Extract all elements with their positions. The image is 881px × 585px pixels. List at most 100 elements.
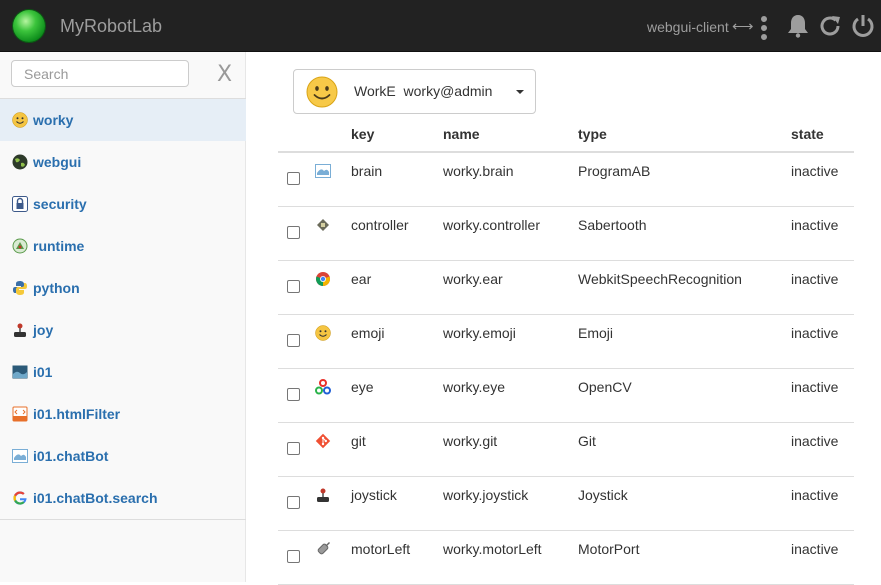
inmoov-icon (12, 365, 28, 379)
sidebar-item-i01[interactable]: i01 (0, 351, 246, 393)
emoji-icon (12, 112, 28, 128)
header-select (278, 117, 313, 153)
sidebar-item-label: joy (33, 322, 54, 338)
table-row: git worky.git Git inactive (278, 422, 854, 477)
more-vertical-icon[interactable] (761, 16, 769, 40)
sidebar-item-runtime[interactable]: runtime (0, 225, 246, 267)
refresh-icon[interactable] (818, 14, 842, 38)
row-checkbox[interactable] (287, 226, 300, 239)
chevron-down-icon (516, 90, 524, 94)
cell-type: ProgramAB (578, 163, 651, 179)
cell-key: ear (351, 271, 372, 287)
google-icon (13, 491, 27, 505)
sidebar-item-label: i01.htmlFilter (33, 406, 121, 422)
cell-type: WebkitSpeechRecognition (578, 271, 742, 287)
chrome-icon (316, 272, 330, 286)
row-checkbox[interactable] (287, 388, 300, 401)
programab-icon (315, 164, 331, 178)
top-navbar: MyRobotLab webgui-client ⟷ (0, 0, 881, 52)
sidebar-item-i01-chatbot[interactable]: i01.chatBot (0, 435, 246, 477)
sidebar-item-label: runtime (33, 238, 85, 254)
table-header-row: key name type state (278, 117, 854, 153)
sidebar-item-worky[interactable]: worky (0, 99, 246, 141)
service-list: worky webgui security runtime python joy… (0, 98, 246, 520)
cell-state: inactive (791, 217, 839, 233)
close-icon[interactable]: X (217, 62, 232, 87)
row-checkbox[interactable] (287, 334, 300, 347)
motor-controller-icon (317, 219, 329, 231)
cell-key: controller (351, 217, 409, 233)
lock-icon (12, 196, 28, 212)
cell-type: OpenCV (578, 379, 632, 395)
sidebar: X worky webgui security (0, 52, 246, 582)
search-input[interactable] (11, 60, 189, 87)
brand-title[interactable]: MyRobotLab (60, 16, 162, 37)
row-checkbox[interactable] (287, 496, 300, 509)
header-key[interactable]: key (351, 117, 443, 153)
cell-name: worky.brain (443, 163, 514, 179)
sidebar-item-webgui[interactable]: webgui (0, 141, 246, 183)
cell-key: emoji (351, 325, 385, 341)
robot-selector-dropdown[interactable]: WorkE worky@admin (293, 69, 536, 114)
sidebar-item-python[interactable]: python (0, 267, 246, 309)
cell-state: inactive (791, 325, 839, 341)
row-checkbox[interactable] (287, 172, 300, 185)
sidebar-item-label: webgui (33, 154, 82, 170)
header-name[interactable]: name (443, 117, 578, 153)
smiley-icon (306, 76, 338, 108)
cell-state: inactive (791, 271, 839, 287)
sidebar-item-i01-htmlfilter[interactable]: i01.htmlFilter (0, 393, 246, 435)
selector-label: WorkE worky@admin (354, 83, 493, 99)
html-icon (12, 406, 28, 422)
bell-icon[interactable] (787, 14, 809, 38)
sidebar-item-label: i01.chatBot.search (33, 490, 158, 506)
sidebar-item-i01-chatbot-search[interactable]: i01.chatBot.search (0, 477, 246, 519)
cell-state: inactive (791, 541, 839, 557)
table-row: joystick worky.joystick Joystick inactiv… (278, 476, 854, 531)
cell-state: inactive (791, 487, 839, 503)
table-row: eye worky.eye OpenCV inactive (278, 368, 854, 423)
header-type[interactable]: type (578, 117, 791, 153)
sidebar-item-label: security (33, 196, 87, 212)
cell-name: worky.controller (443, 217, 540, 233)
cell-key: eye (351, 379, 374, 395)
sidebar-item-label: i01.chatBot (33, 448, 109, 464)
services-table: key name type state brain worky.brain Pr… (278, 117, 854, 585)
header-state[interactable]: state (791, 117, 854, 153)
connection-arrow-icon: ⟷ (732, 18, 754, 35)
cell-state: inactive (791, 379, 839, 395)
row-checkbox[interactable] (287, 550, 300, 563)
sidebar-item-joy[interactable]: joy (0, 309, 246, 351)
emoji-icon (315, 325, 331, 341)
row-checkbox[interactable] (287, 442, 300, 455)
opencv-icon (315, 379, 331, 395)
table-row: motorLeft worky.motorLeft MotorPort inac… (278, 530, 854, 585)
table-row: emoji worky.emoji Emoji inactive (278, 314, 854, 369)
cell-name: worky.git (443, 433, 498, 449)
sidebar-item-label: python (33, 280, 80, 296)
cell-type: Git (578, 433, 596, 449)
joystick-icon (14, 323, 26, 337)
cell-name: worky.eye (443, 379, 505, 395)
python-icon (13, 281, 27, 295)
git-icon (315, 433, 331, 449)
cell-name: worky.emoji (443, 325, 516, 341)
status-orb-icon[interactable] (13, 10, 45, 42)
cell-name: worky.motorLeft (443, 541, 542, 557)
cell-key: motorLeft (351, 541, 411, 557)
sidebar-item-label: i01 (33, 364, 53, 380)
table-row: controller worky.controller Sabertooth i… (278, 206, 854, 261)
table-row: ear worky.ear WebkitSpeechRecognition in… (278, 260, 854, 315)
motor-icon (317, 542, 330, 555)
sidebar-item-security[interactable]: security (0, 183, 246, 225)
cell-state: inactive (791, 163, 839, 179)
cell-name: worky.joystick (443, 487, 529, 503)
programab-icon (12, 449, 28, 463)
client-label[interactable]: webgui-client (647, 19, 729, 35)
table-row: brain worky.brain ProgramAB inactive (278, 152, 854, 207)
joystick-icon (317, 488, 329, 502)
row-checkbox[interactable] (287, 280, 300, 293)
power-icon[interactable] (851, 13, 875, 39)
cell-type: MotorPort (578, 541, 640, 557)
cell-key: joystick (351, 487, 397, 503)
